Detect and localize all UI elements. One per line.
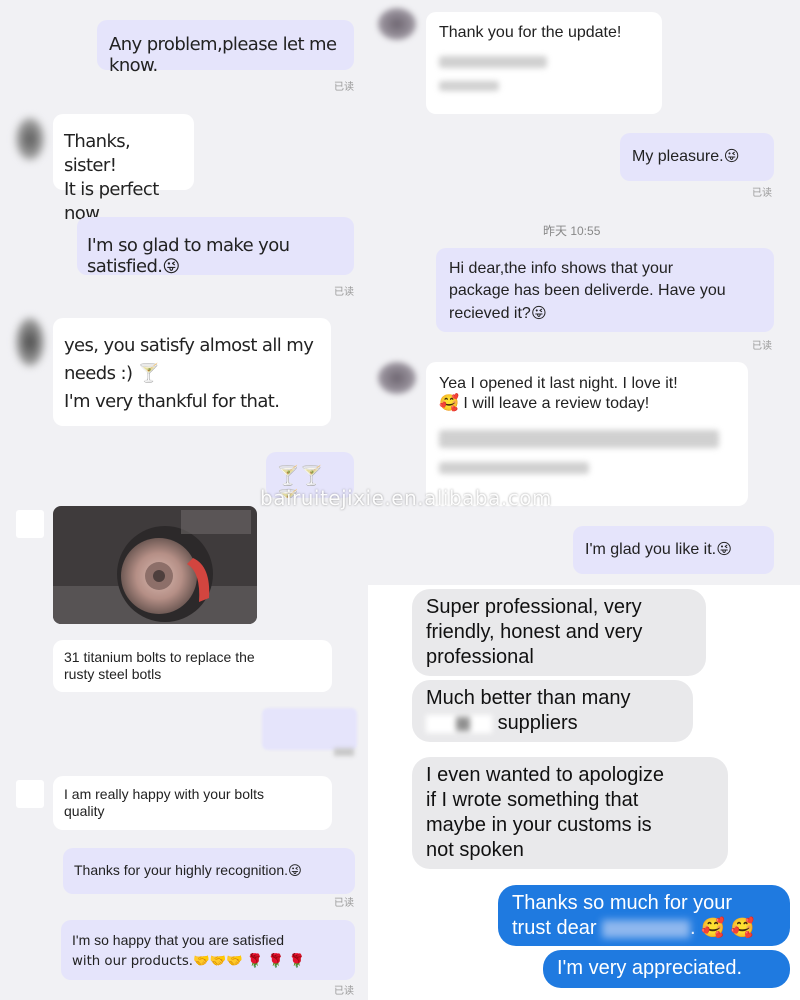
message-line: with our products.🤝🤝🤝 🌹 🌹 🌹: [72, 954, 306, 969]
incoming-message: Much better than many suppliers: [412, 680, 693, 742]
message-line: recieved it?😜: [449, 302, 761, 325]
read-status: 已读: [752, 341, 772, 352]
blurred-text: [439, 462, 589, 474]
message-line: if I wrote something that: [426, 789, 639, 811]
incoming-message: Super professional, very friendly, hones…: [412, 589, 706, 676]
incoming-message: Yea I opened it last night. I love it! 🥰…: [426, 362, 748, 506]
blurred-name: [602, 919, 691, 938]
outgoing-message: Any problem,please let me know.: [97, 20, 354, 76]
message-line: rusty steel botls: [64, 666, 162, 682]
outgoing-message: My pleasure.😜: [620, 133, 774, 181]
read-status: 已读: [334, 898, 354, 909]
blurred-text: [439, 56, 547, 68]
message-line: Yea I opened it last night. I love it!: [439, 375, 678, 392]
outgoing-message: I'm so happy that you are satisfied with…: [61, 920, 355, 980]
message-line: trust dear . 🥰 🥰: [512, 917, 755, 939]
avatar: [16, 780, 44, 808]
outgoing-message: Thanks so much for your trust dear . 🥰 🥰: [498, 885, 790, 946]
message-line: Super professional, very: [426, 596, 642, 618]
wink-emoji: 😜: [723, 147, 740, 165]
message-line: I'm very thankful for that.: [64, 391, 280, 412]
message-text: My pleasure.: [632, 148, 724, 165]
blurred-text: [439, 430, 719, 448]
message-line: suppliers: [426, 711, 679, 736]
incoming-message: I am really happy with your bolts qualit…: [53, 776, 332, 830]
read-status: 已读: [334, 986, 354, 997]
message-text: I'm glad you like it.: [585, 541, 717, 558]
message-text: I'm very appreciated.: [557, 957, 743, 979]
watermark: bairuitejixie.en.alibaba.com: [260, 486, 552, 510]
wink-emoji: 😜: [288, 864, 302, 879]
message-line: Thanks so much for your: [512, 892, 733, 914]
wink-emoji: 😜: [162, 257, 181, 277]
avatar: [16, 118, 44, 160]
read-status: 已读: [334, 287, 354, 298]
chat-panel-top-left: Any problem,please let me know. 已读 Thank…: [0, 0, 368, 498]
incoming-message: I even wanted to apologize if I wrote so…: [412, 757, 728, 869]
message-text: I'm so glad to make you satisfied.: [87, 235, 290, 277]
avatar: [378, 362, 416, 394]
brake-photo[interactable]: [53, 506, 257, 624]
wink-emoji: 😜: [716, 540, 732, 558]
message-line: package has been deliverde. Have you: [449, 282, 726, 299]
message-line: friendly, honest and very: [426, 621, 643, 643]
message-line: Thanks, sister!: [64, 131, 131, 176]
message-line: 31 titanium bolts to replace the: [64, 649, 255, 665]
avatar: [378, 8, 416, 40]
outgoing-message: I'm very appreciated.: [543, 950, 790, 988]
chat-panel-bottom-left: 31 titanium bolts to replace the rusty s…: [0, 498, 368, 1000]
message-text: Any problem,please let me know.: [109, 34, 337, 76]
read-status-blurred: [334, 748, 354, 756]
avatar: [16, 318, 44, 366]
message-line: yes, you satisfy almost all my: [64, 335, 314, 356]
incoming-message: Thank you for the update!: [426, 12, 662, 114]
message-line: Much better than many: [426, 687, 631, 709]
avatar: [16, 510, 44, 538]
outgoing-message: I'm glad you like it.😜: [573, 526, 774, 574]
message-line: not spoken: [426, 839, 524, 861]
incoming-message: Thanks, sister! It is perfect now: [53, 114, 194, 224]
message-line: needs :) 🍸: [64, 363, 160, 384]
outgoing-message: I'm so glad to make you satisfied.😜: [77, 217, 354, 277]
timestamp: 昨天 10:55: [543, 224, 601, 238]
outgoing-message-blurred: [262, 708, 357, 750]
incoming-message: 31 titanium bolts to replace the rusty s…: [53, 640, 332, 692]
read-status: 已读: [334, 82, 354, 93]
brake-rotor-image: [53, 506, 257, 624]
incoming-message: yes, you satisfy almost all my needs :) …: [53, 318, 331, 426]
outgoing-message: Hi dear,the info shows that your package…: [436, 248, 774, 332]
message-line: professional: [426, 646, 534, 668]
wink-emoji: 😜: [530, 304, 547, 322]
message-line: Hi dear,the info shows that your: [449, 260, 674, 277]
message-line: Thank you for the update!: [439, 24, 622, 41]
message-line: quality: [64, 803, 105, 819]
message-text: Thanks for your highly recognition.: [74, 862, 288, 878]
chat-panel-bottom-right: Super professional, very friendly, hones…: [368, 585, 800, 1000]
blurred-text: [439, 81, 499, 91]
message-text: suppliers: [497, 712, 578, 734]
read-status: 已读: [752, 188, 772, 199]
blurred-text: [426, 714, 492, 733]
outgoing-message: Thanks for your highly recognition.😜: [63, 848, 355, 894]
heart-face-emoji: 🥰 🥰: [701, 917, 755, 939]
message-line: maybe in your customs is: [426, 814, 652, 836]
message-line: I am really happy with your bolts: [64, 786, 264, 802]
message-line: 🥰 I will leave a review today!: [439, 395, 650, 412]
message-line: I'm so happy that you are satisfied: [72, 932, 285, 948]
message-line: I even wanted to apologize: [426, 764, 664, 786]
message-text: trust dear: [512, 917, 597, 939]
message-text: recieved it?: [449, 305, 531, 322]
